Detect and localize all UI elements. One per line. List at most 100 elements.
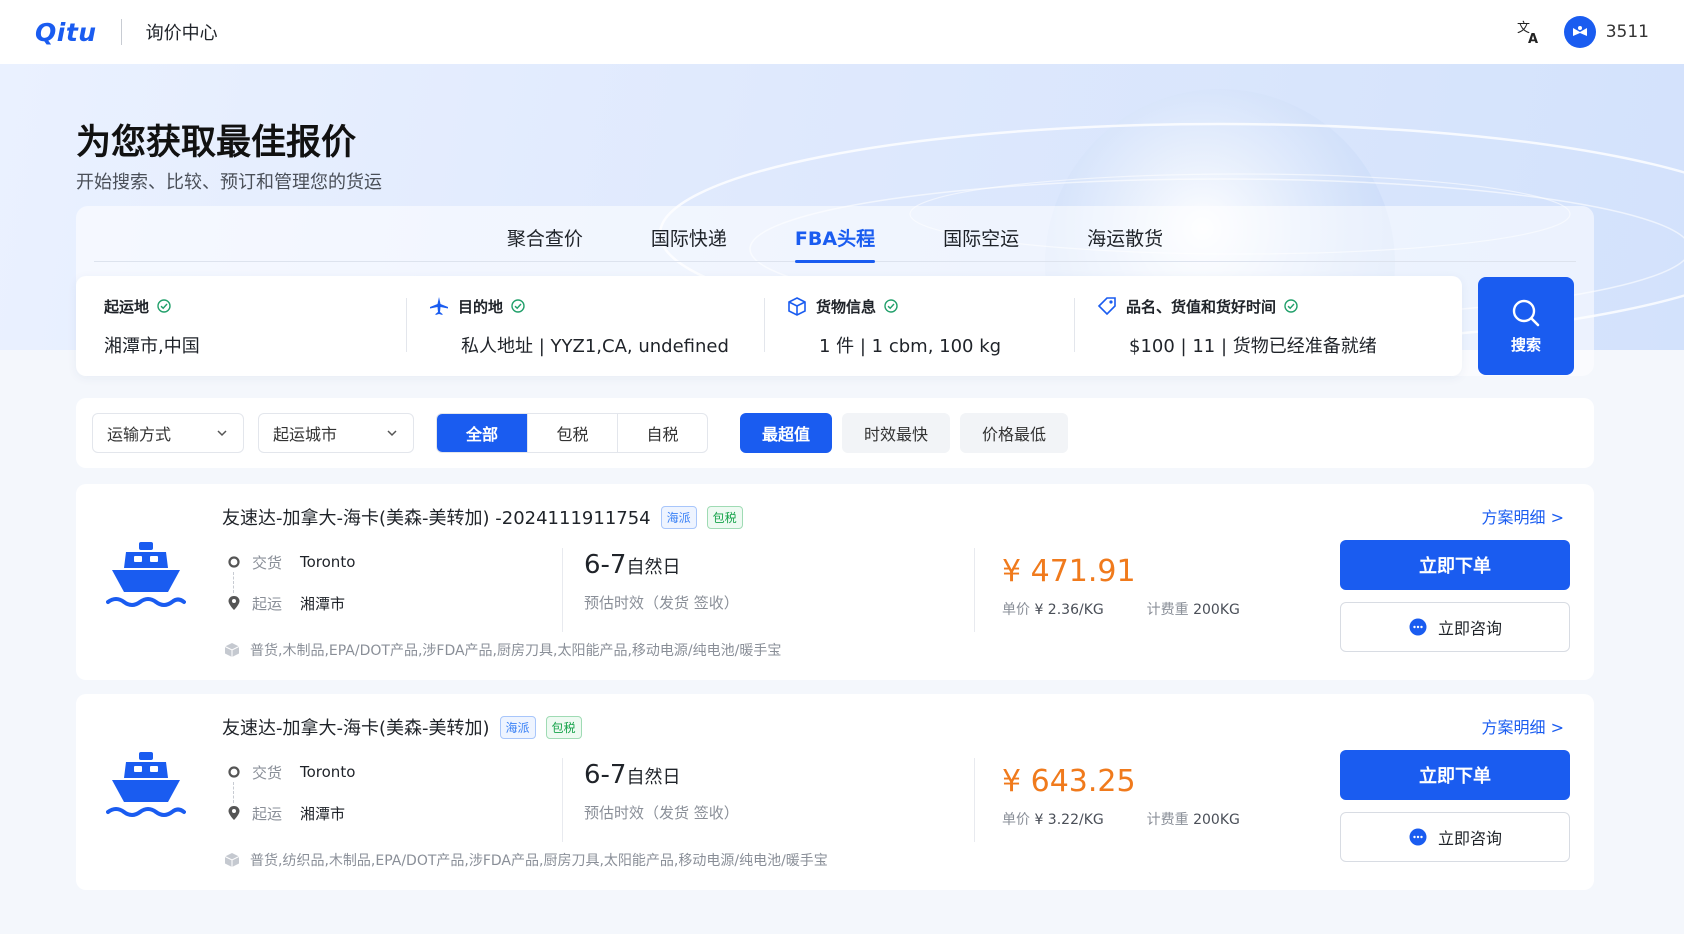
filter-bar: 运输方式 起运城市 全部 包税 自税 最超值 时效最快 价格最低: [76, 398, 1594, 468]
divider: [974, 758, 975, 842]
result-card: 友速达-加拿大-海卡(美森-美转加) 海派 包税 方案明细 > 交货 Toron…: [76, 694, 1594, 890]
tag-sea: 海派: [499, 715, 536, 739]
check-circle-icon: [511, 299, 525, 313]
search-form: 起运地 湘潭市,中国 目的地 私人地址 | YYZ1,CA, undefined…: [76, 276, 1462, 376]
cargo-types: 普货,纺织品,木制品,EPA/DOT产品,涉FDA产品,厨房刀具,太阳能产品,移…: [224, 850, 828, 870]
tag-tax-included: 包税: [545, 715, 582, 739]
plan-detail-link[interactable]: 方案明细 >: [1482, 714, 1565, 738]
delivery-label: 交货: [252, 553, 283, 572]
tab-express[interactable]: 国际快递: [617, 206, 761, 262]
tax-filter-included[interactable]: 包税: [527, 414, 617, 452]
search-icon: [1512, 299, 1540, 326]
svg-text:A: A: [1528, 32, 1538, 45]
search-button-label: 搜索: [1510, 335, 1541, 354]
eta-unit: 自然日: [626, 557, 681, 578]
sort-lowest-price[interactable]: 价格最低: [960, 413, 1069, 453]
delivery-label: 交货: [252, 763, 283, 782]
tab-fba[interactable]: FBA头程: [761, 206, 909, 263]
location-ring-icon: [224, 765, 244, 779]
total-price: ¥ 471.91: [1002, 554, 1136, 589]
weight-label: 计费重: [1146, 602, 1189, 618]
user-avatar-icon[interactable]: [1563, 16, 1596, 48]
divider: [562, 548, 563, 632]
consult-label: 立即咨询: [1437, 619, 1502, 638]
cargo-info-label: 货物信息: [816, 297, 877, 316]
weight-label: 计费重: [1146, 812, 1189, 828]
destination-field[interactable]: 目的地 私人地址 | YYZ1,CA, undefined: [406, 276, 764, 376]
transport-mode-select[interactable]: 运输方式: [92, 413, 244, 453]
result-title: 友速达-加拿大-海卡(美森-美转加) -2024111911754 海派 包税: [222, 504, 743, 530]
origin-label: 起运: [252, 594, 283, 613]
transport-mode-label: 运输方式: [107, 425, 172, 444]
sort-best-value[interactable]: 最超值: [740, 413, 833, 453]
unit-price: ¥ 2.36/KG: [1034, 602, 1104, 618]
chat-icon: [1408, 827, 1428, 847]
route-info: 交货 Toronto 起运 湘潭市: [224, 762, 355, 844]
origin-field[interactable]: 起运地 湘潭市,中国: [76, 276, 406, 376]
translate-icon[interactable]: 文 A: [1514, 17, 1544, 47]
eta-range: 6-7: [584, 550, 627, 580]
place-order-button[interactable]: 立即下单: [1340, 750, 1570, 800]
logo[interactable]: Qitu: [35, 18, 97, 47]
cargo-box-icon: [224, 852, 240, 868]
route-connector: [233, 782, 234, 803]
origin-city-select[interactable]: 起运城市: [258, 413, 414, 453]
goods-label: 品名、货值和货好时间: [1126, 297, 1277, 316]
eta-block: 6-7自然日 预估时效（发货 签收）: [584, 550, 739, 613]
origin-city-label: 起运城市: [273, 425, 338, 444]
delivery-city: Toronto: [300, 553, 356, 571]
goods-field[interactable]: 品名、货值和货好时间 $100 | 11 | 货物已经准备就绪: [1074, 276, 1454, 376]
result-title-text: 友速达-加拿大-海卡(美森-美转加) -2024111911754: [222, 508, 651, 529]
cargo-info-field[interactable]: 货物信息 1 件 | 1 cbm, 100 kg: [764, 276, 1074, 376]
price-block: ¥ 471.91 单价 ¥ 2.36/KG 计费重 200KG: [1002, 554, 1240, 619]
cargo-info-value: 1 件 | 1 cbm, 100 kg: [819, 336, 1002, 357]
chevron-down-icon: [217, 430, 227, 437]
eta-note: 预估时效（发货 签收）: [584, 804, 739, 822]
unit-price-label: 单价: [1002, 812, 1030, 828]
chargeable-weight: 200KG: [1193, 602, 1240, 618]
chat-icon: [1408, 617, 1428, 637]
tax-filter-self[interactable]: 自税: [617, 414, 707, 452]
sort-fastest[interactable]: 时效最快: [842, 413, 951, 453]
consult-button[interactable]: 立即咨询: [1340, 602, 1570, 652]
tab-sea-lcl[interactable]: 海运散货: [1053, 206, 1197, 262]
logo-separator: [120, 19, 122, 45]
check-circle-icon: [1284, 299, 1298, 313]
cargo-types-text: 普货,纺织品,木制品,EPA/DOT产品,涉FDA产品,厨房刀具,太阳能产品,移…: [250, 853, 828, 869]
tab-air-freight[interactable]: 国际空运: [909, 206, 1053, 262]
destination-value: 私人地址 | YYZ1,CA, undefined: [461, 336, 729, 357]
location-pin-icon: [224, 805, 244, 821]
tab-aggregate[interactable]: 聚合查价: [473, 206, 617, 262]
plan-detail-link[interactable]: 方案明细 >: [1482, 504, 1565, 528]
origin-city: 湘潭市: [300, 804, 346, 823]
divider: [974, 548, 975, 632]
place-order-button[interactable]: 立即下单: [1340, 540, 1570, 590]
tax-filter-all[interactable]: 全部: [437, 414, 527, 452]
price-block: ¥ 643.25 单价 ¥ 3.22/KG 计费重 200KG: [1002, 764, 1240, 829]
consult-button[interactable]: 立即咨询: [1340, 812, 1570, 862]
plane-icon: [428, 296, 450, 316]
cargo-box-icon: [224, 642, 240, 658]
cargo-types: 普货,木制品,EPA/DOT产品,涉FDA产品,厨房刀具,太阳能产品,移动电源/…: [224, 640, 781, 660]
topbar-right: 文 A 3511: [1514, 16, 1649, 48]
chargeable-weight: 200KG: [1193, 812, 1240, 828]
ship-icon: [106, 750, 186, 830]
page-subtitle: 开始搜索、比较、预订和管理您的货运: [76, 172, 382, 193]
result-title: 友速达-加拿大-海卡(美森-美转加) 海派 包税: [222, 714, 582, 740]
box-icon: [786, 296, 808, 316]
result-title-text: 友速达-加拿大-海卡(美森-美转加): [222, 718, 490, 739]
origin-value: 湘潭市,中国: [104, 336, 200, 357]
service-tabs: 聚合查价 国际快递 FBA头程 国际空运 海运散货: [94, 206, 1576, 263]
search-button[interactable]: 搜索: [1478, 277, 1574, 375]
goods-value: $100 | 11 | 货物已经准备就绪: [1129, 336, 1377, 357]
route-connector: [233, 572, 234, 593]
total-price: ¥ 643.25: [1002, 764, 1136, 799]
ship-icon: [106, 540, 186, 620]
user-name[interactable]: 3511: [1606, 22, 1649, 42]
origin-label: 起运: [252, 804, 283, 823]
tax-filter-group: 全部 包税 自税: [436, 413, 708, 453]
check-circle-icon: [884, 299, 898, 313]
unit-price-label: 单价: [1002, 602, 1030, 618]
app-title: 询价中心: [145, 23, 218, 44]
location-ring-icon: [224, 555, 244, 569]
